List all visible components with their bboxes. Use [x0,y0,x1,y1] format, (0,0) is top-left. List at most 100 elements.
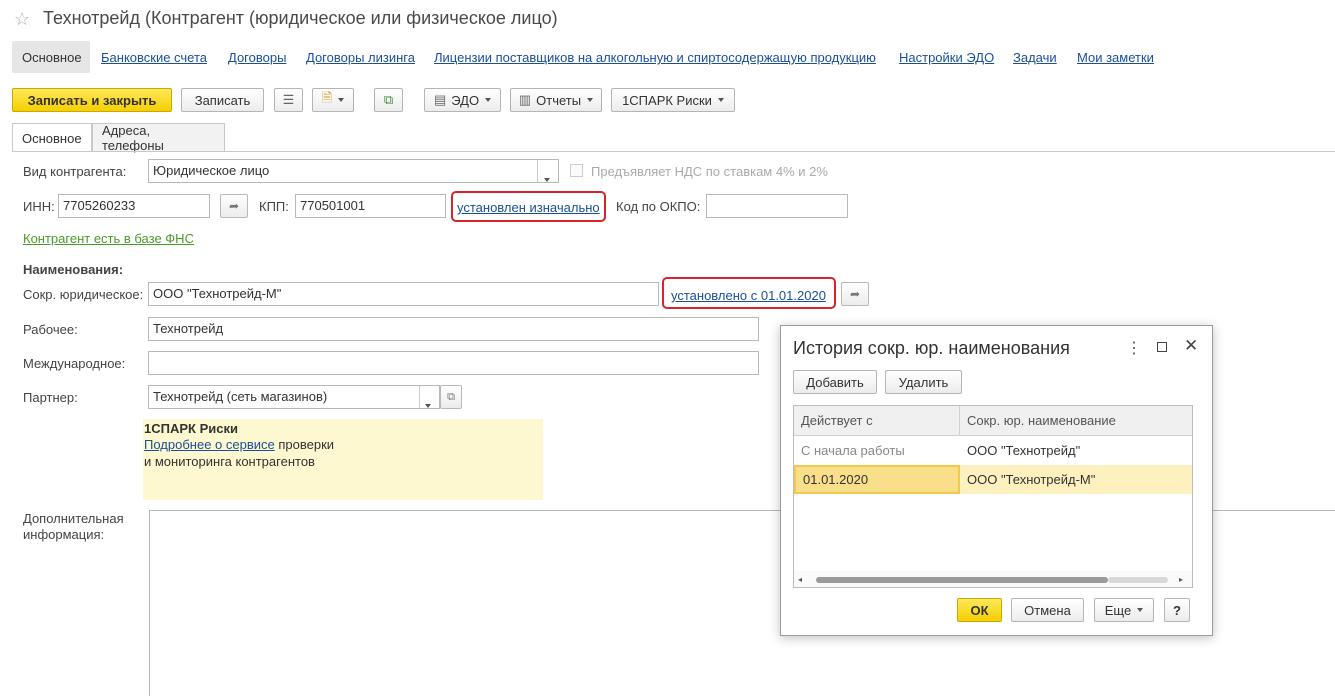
dialog-help-button[interactable]: ? [1164,598,1190,622]
short-name-fill-button[interactable]: ➦ [841,282,869,306]
chevron-down-icon [587,98,594,102]
intl-name-field[interactable] [148,351,759,375]
partner-label: Партнер: [23,390,78,405]
row-name: ООО "Технотрейд" [967,442,1081,458]
short-name-field[interactable]: ООО "Технотрейд-М" [148,282,659,306]
spark-label: 1СПАРК Риски [622,92,712,108]
extra-info-label-1: Дополнительная [23,511,124,526]
partner-field[interactable]: Технотрейд (сеть магазинов) [148,385,440,409]
short-name-label: Сокр. юридическое: [23,287,144,302]
nav-edo-settings[interactable]: Настройки ЭДО [899,50,994,65]
history-dialog: История сокр. юр. наименования ⋮ ✕ Добав… [780,325,1213,636]
save-button[interactable]: Записать [181,88,264,112]
save-close-button[interactable]: Записать и закрыть [12,88,172,112]
table-row-selected[interactable]: 01.01.2020 ООО "Технотрейд-М" [794,465,1192,494]
okpo-label: Код по ОКПО: [616,199,701,214]
more-label: Еще [1104,602,1132,618]
document-list-button[interactable]: ☰ [274,88,303,112]
horizontal-scrollbar[interactable]: ◂ ▸ [794,571,1192,587]
short-name-history-link[interactable]: установлено с 01.01.2020 [671,288,826,303]
work-name-label: Рабочее: [23,322,78,337]
reports-label: Отчеты [536,92,582,108]
scrollbar-thumb[interactable] [816,577,1108,583]
nav-alcohol-licenses[interactable]: Лицензии поставщиков на алкогольную и сп… [434,50,876,65]
dialog-add-button[interactable]: Добавить [793,370,877,394]
kpp-field[interactable]: 770501001 [295,194,446,218]
column-header-date[interactable]: Действует с [794,406,960,436]
work-name-field[interactable]: Технотрейд [148,317,759,341]
create-doc-icon: 🗎 [321,90,333,105]
row-date: С начала работы [801,442,905,458]
spark-title: 1СПАРК Риски [144,421,238,436]
nav-main[interactable]: Основное [22,50,82,65]
create-based-on-button[interactable]: 🗎 [312,88,354,112]
kind-label: Вид контрагента: [23,164,127,179]
spark-text-1: проверки [274,437,335,452]
dialog-cancel-button[interactable]: Отмена [1011,598,1084,622]
reports-icon: ▥ [518,92,532,107]
maximize-icon[interactable] [1157,342,1167,352]
edo-label: ЭДО [451,92,480,108]
partner-divider [419,386,420,408]
scroll-right-icon[interactable]: ▸ [1179,575,1183,584]
window-title: Технотрейд (Контрагент (юридическое или … [43,8,558,28]
history-table: Действует с Сокр. юр. наименование С нач… [793,405,1193,588]
fill-arrow-icon: ➦ [228,199,240,213]
spark-line-1: Подробнее о сервисе проверки [144,437,334,452]
partner-value: Технотрейд (сеть магазинов) [153,389,328,404]
fill-by-inn-button[interactable]: ➦ [220,194,248,218]
dialog-more-button[interactable]: Еще [1094,598,1154,622]
nav-tasks[interactable]: Задачи [1013,50,1057,65]
select-divider [537,160,538,182]
favorite-star-icon[interactable]: ☆ [14,9,30,30]
chevron-down-icon [717,98,724,102]
dialog-ok-button[interactable]: ОК [957,598,1002,622]
tab-divider [12,151,1335,152]
fill-arrow-icon: ➦ [849,287,861,301]
chevron-down-icon [485,98,492,102]
nds-label: Предъявляет НДС по ставкам 4% и 2% [591,164,828,179]
nav-contracts[interactable]: Договоры [228,50,286,65]
partner-open-button[interactable]: ⧉ [440,385,462,409]
scroll-left-icon[interactable]: ◂ [798,575,802,584]
okpo-field[interactable] [706,194,848,218]
document-list-icon: ☰ [282,92,295,107]
kind-select[interactable]: Юридическое лицо [148,159,559,183]
kind-value: Юридическое лицо [153,163,270,178]
chevron-down-icon[interactable] [425,396,431,411]
row-date[interactable]: 01.01.2020 [794,465,960,494]
nds-checkbox[interactable] [570,164,583,177]
chevron-down-icon[interactable] [544,170,550,185]
chevron-down-icon [338,98,345,102]
nav-bank-accounts[interactable]: Банковские счета [101,50,207,65]
scrollbar-track [1108,577,1168,583]
kpp-label: КПП: [259,199,289,214]
tab-addresses-phones[interactable]: Адреса, телефоны [92,123,225,153]
kpp-history-link[interactable]: установлен изначально [457,200,600,215]
inn-label: ИНН: [23,199,55,214]
structure-icon: ⧉ [383,92,394,107]
fns-base-link[interactable]: Контрагент есть в базе ФНС [23,231,194,246]
open-icon: ⧉ [447,390,455,403]
spark-risks-button[interactable]: 1СПАРК Риски [611,88,735,112]
close-icon[interactable]: ✕ [1184,336,1198,356]
extra-info-label-2: информация: [23,527,105,542]
nav-my-notes[interactable]: Мои заметки [1077,50,1154,65]
inn-field[interactable]: 7705260233 [58,194,210,218]
structure-button[interactable]: ⧉ [374,88,403,112]
edo-icon: ▤ [433,92,447,107]
dialog-title: История сокр. юр. наименования [793,338,1070,358]
column-header-name[interactable]: Сокр. юр. наименование [960,406,1192,436]
more-vertical-icon[interactable]: ⋮ [1126,338,1142,358]
dialog-delete-button[interactable]: Удалить [885,370,962,394]
intl-name-label: Международное: [23,356,126,371]
nav-leasing-contracts[interactable]: Договоры лизинга [306,50,415,65]
row-name: ООО "Технотрейд-М" [967,471,1096,487]
names-header: Наименования: [23,262,124,277]
reports-button[interactable]: ▥ Отчеты [510,88,602,112]
table-row[interactable]: С начала работы ООО "Технотрейд" [794,436,1192,466]
edo-button[interactable]: ▤ ЭДО [424,88,501,112]
spark-text-2: и мониторинга контрагентов [144,454,315,469]
spark-more-link[interactable]: Подробнее о сервисе [144,437,275,452]
tab-main[interactable]: Основное [12,123,92,152]
